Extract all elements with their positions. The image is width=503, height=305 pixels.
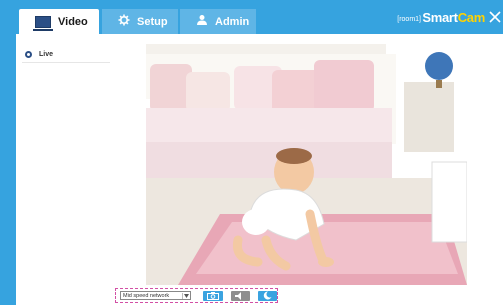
sidebar-item-live[interactable]: Live xyxy=(22,47,110,63)
room-label: [room1] xyxy=(397,16,421,23)
chevron-down-icon xyxy=(182,293,189,299)
sidebar-item-live-label: Live xyxy=(39,51,54,58)
night-mode-icon xyxy=(264,291,272,300)
speaker-button[interactable] xyxy=(230,290,250,301)
live-dot-icon xyxy=(25,51,32,58)
network-speed-value: Mid speed network xyxy=(123,292,170,299)
tab-setup[interactable]: Setup xyxy=(102,9,178,34)
tab-video-label: Video xyxy=(58,15,88,28)
top-navigation-bar: Video Setup Admin [room1] SmartCam xyxy=(16,0,503,34)
monitor-icon xyxy=(33,15,53,31)
tab-admin[interactable]: Admin xyxy=(180,9,256,34)
snapshot-button[interactable] xyxy=(203,290,223,301)
left-accent-strip xyxy=(0,0,16,305)
network-speed-select[interactable]: Mid speed network xyxy=(120,291,192,300)
close-icon[interactable] xyxy=(489,11,501,23)
tab-video[interactable]: Video xyxy=(19,9,99,34)
person-icon xyxy=(196,14,208,29)
tab-admin-label: Admin xyxy=(215,15,250,28)
video-control-bar: Mid speed network xyxy=(115,288,278,303)
tab-setup-label: Setup xyxy=(137,15,168,28)
live-video-feed xyxy=(146,44,467,285)
gear-icon xyxy=(118,14,130,29)
night-mode-button[interactable] xyxy=(257,290,278,301)
video-frame-image xyxy=(146,44,467,285)
brand-logo: SmartCam xyxy=(422,10,485,25)
speaker-icon xyxy=(235,291,242,300)
snapshot-camera-icon xyxy=(206,291,219,300)
